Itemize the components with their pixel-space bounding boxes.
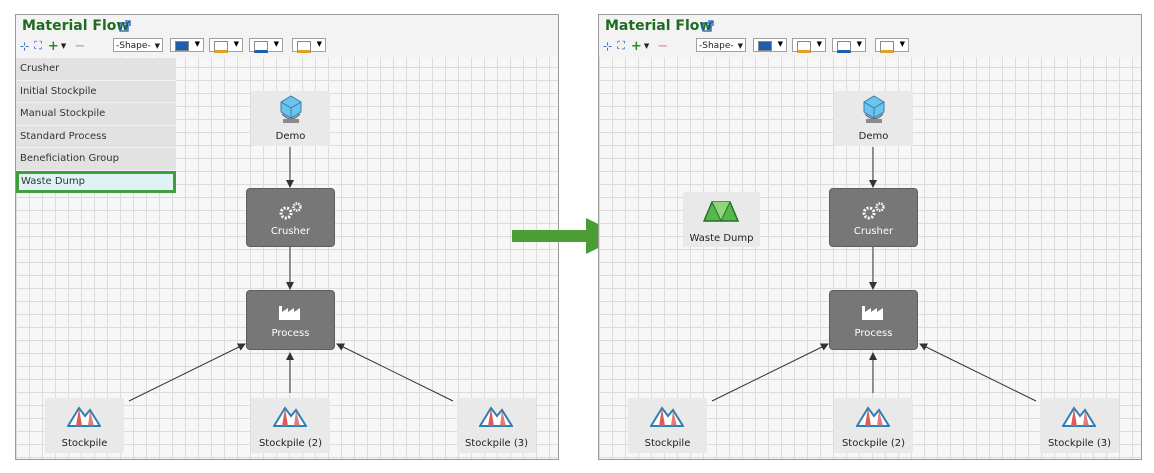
node-label: Stockpile — [61, 438, 108, 449]
mountain-icon — [856, 406, 890, 427]
node-stockpile[interactable]: Stockpile — [628, 398, 707, 453]
node-label: Crusher — [270, 226, 311, 237]
factory-icon — [279, 306, 300, 320]
node-label: Process — [854, 328, 893, 339]
diamond-bowl-icon — [863, 95, 885, 123]
node-label: Demo — [858, 131, 889, 142]
node-demo[interactable]: Demo — [834, 91, 913, 146]
node-label: Stockpile (2) — [258, 438, 323, 449]
node-label: Crusher — [853, 226, 894, 237]
before-panel: Material Flow ⊹ ⛶ + ▼ − -Shape- ▼ ▼ ▼ ▼ … — [15, 14, 559, 460]
node-stockpile-3[interactable]: Stockpile (3) — [457, 398, 536, 453]
mountain-icon — [650, 406, 684, 427]
node-crusher[interactable]: Crusher — [829, 188, 918, 247]
node-process[interactable]: Process — [829, 290, 918, 350]
node-label: Stockpile (3) — [464, 438, 529, 449]
node-label: Stockpile — [644, 438, 691, 449]
node-label: Process — [271, 328, 310, 339]
node-stockpile[interactable]: Stockpile — [45, 398, 124, 453]
node-process[interactable]: Process — [246, 290, 335, 350]
factory-icon — [862, 306, 883, 320]
node-label: Waste Dump — [689, 233, 754, 244]
node-crusher[interactable]: Crusher — [246, 188, 335, 247]
after-panel: Material Flow ⊹ ⛶ + ▼ − -Shape- ▼ ▼ ▼ ▼ … — [598, 14, 1142, 460]
mountain-icon — [273, 406, 307, 427]
mountain-icon — [67, 406, 101, 427]
node-stockpile-2[interactable]: Stockpile (2) — [251, 398, 330, 453]
node-label: Stockpile (2) — [841, 438, 906, 449]
node-label: Stockpile (3) — [1047, 438, 1112, 449]
node-label: Demo — [275, 131, 306, 142]
node-demo[interactable]: Demo — [251, 91, 330, 146]
gears-icon — [862, 202, 885, 220]
waste-dump-icon — [702, 201, 740, 223]
gears-icon — [279, 202, 302, 220]
diamond-bowl-icon — [280, 95, 302, 123]
node-waste-dump[interactable]: Waste Dump — [683, 192, 760, 247]
mountain-icon — [1062, 406, 1096, 427]
node-stockpile-2[interactable]: Stockpile (2) — [834, 398, 913, 453]
mountain-icon — [479, 406, 513, 427]
node-stockpile-3[interactable]: Stockpile (3) — [1040, 398, 1119, 453]
